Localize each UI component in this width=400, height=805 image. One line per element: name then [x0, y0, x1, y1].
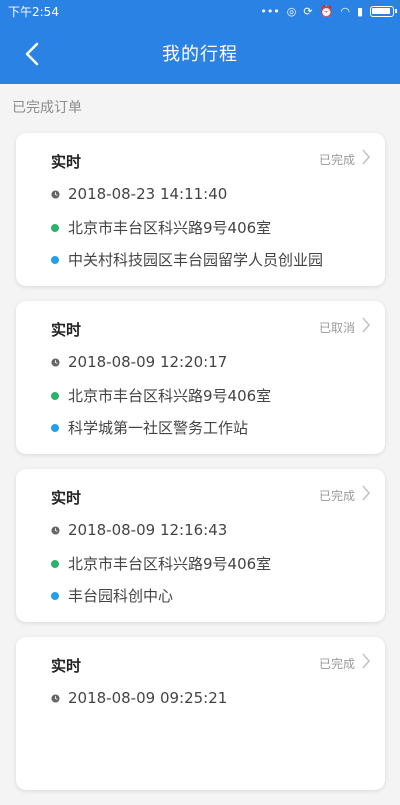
order-from-row: 北京市丰台区科兴路9号406室 [51, 385, 271, 406]
order-time: 2018-08-09 12:20:17 [68, 353, 228, 371]
order-card[interactable]: 实时 已完成 2018-08-23 14:11:40 北京市丰台区科兴路9号40… [16, 133, 385, 286]
order-to-row: 丰台园科创中心 [51, 585, 173, 606]
chevron-right-icon [362, 317, 371, 333]
order-time-row: 2018-08-09 12:16:43 [51, 521, 227, 539]
sync-icon: ⟳ [303, 4, 313, 18]
order-time: 2018-08-23 14:11:40 [68, 185, 228, 203]
nav-bar: 我的行程 [0, 22, 400, 84]
dots-icon: ••• [260, 4, 280, 18]
order-time: 2018-08-09 12:16:43 [68, 521, 228, 539]
order-status: 已取消 [318, 321, 355, 335]
order-time-row: 2018-08-23 14:11:40 [51, 185, 227, 203]
clock-icon [51, 357, 60, 367]
order-from: 北京市丰台区科兴路9号406室 [68, 219, 272, 237]
order-from: 北京市丰台区科兴路9号406室 [68, 387, 272, 405]
order-to: 中关村科技园区丰台园留学人员创业园 [68, 251, 324, 269]
wifi-icon: ◠ [340, 4, 350, 18]
clock-icon [51, 525, 60, 535]
order-time: 2018-08-09 09:25:21 [68, 689, 228, 707]
order-time-row: 2018-08-09 09:25:21 [51, 689, 227, 707]
order-type: 实时 [51, 153, 82, 171]
section-label: 已完成订单 [12, 100, 82, 116]
status-icons: ••• ◎ ⟳ ⏰ ◠ ▮ [260, 4, 397, 18]
order-card[interactable]: 实时 已完成 2018-08-09 09:25:21 [16, 637, 385, 790]
start-dot-icon [51, 391, 59, 400]
order-card[interactable]: 实时 已完成 2018-08-09 12:16:43 北京市丰台区科兴路9号40… [16, 469, 385, 622]
order-to: 丰台园科创中心 [68, 587, 174, 605]
chevron-right-icon [362, 149, 371, 165]
clock-icon [51, 189, 60, 199]
back-button[interactable] [14, 36, 50, 72]
order-status: 已完成 [318, 153, 355, 167]
order-card[interactable]: 实时 已取消 2018-08-09 12:20:17 北京市丰台区科兴路9号40… [16, 301, 385, 454]
status-bar: 下午2:54 ••• ◎ ⟳ ⏰ ◠ ▮ [0, 0, 400, 22]
order-status: 已完成 [318, 657, 355, 671]
order-type: 实时 [51, 489, 82, 507]
battery-icon [370, 5, 397, 17]
order-from-row: 北京市丰台区科兴路9号406室 [51, 217, 271, 238]
chevron-right-icon [362, 485, 371, 501]
clock-icon [51, 693, 60, 703]
order-status: 已完成 [318, 489, 355, 503]
status-time: 下午2:54 [8, 4, 59, 19]
chevron-right-icon [362, 653, 371, 669]
order-list: 实时 已完成 2018-08-23 14:11:40 北京市丰台区科兴路9号40… [16, 133, 385, 805]
signal-icon: ▮ [356, 4, 363, 18]
end-dot-icon [51, 423, 59, 432]
end-dot-icon [51, 591, 59, 600]
order-type: 实时 [51, 657, 82, 675]
order-from-row: 北京市丰台区科兴路9号406室 [51, 553, 271, 574]
order-time-row: 2018-08-09 12:20:17 [51, 353, 227, 371]
alarm-icon: ⏰ [319, 4, 334, 18]
order-type: 实时 [51, 321, 82, 339]
order-to-row: 科学城第一社区警务工作站 [51, 417, 248, 438]
start-dot-icon [51, 223, 59, 232]
start-dot-icon [51, 559, 59, 568]
page-title: 我的行程 [162, 44, 238, 65]
order-to: 科学城第一社区警务工作站 [68, 419, 249, 437]
chevron-left-icon [25, 42, 39, 66]
order-from: 北京市丰台区科兴路9号406室 [68, 555, 272, 573]
order-to-row: 中关村科技园区丰台园留学人员创业园 [51, 249, 323, 270]
end-dot-icon [51, 255, 59, 264]
circle-icon: ◎ [286, 4, 297, 18]
